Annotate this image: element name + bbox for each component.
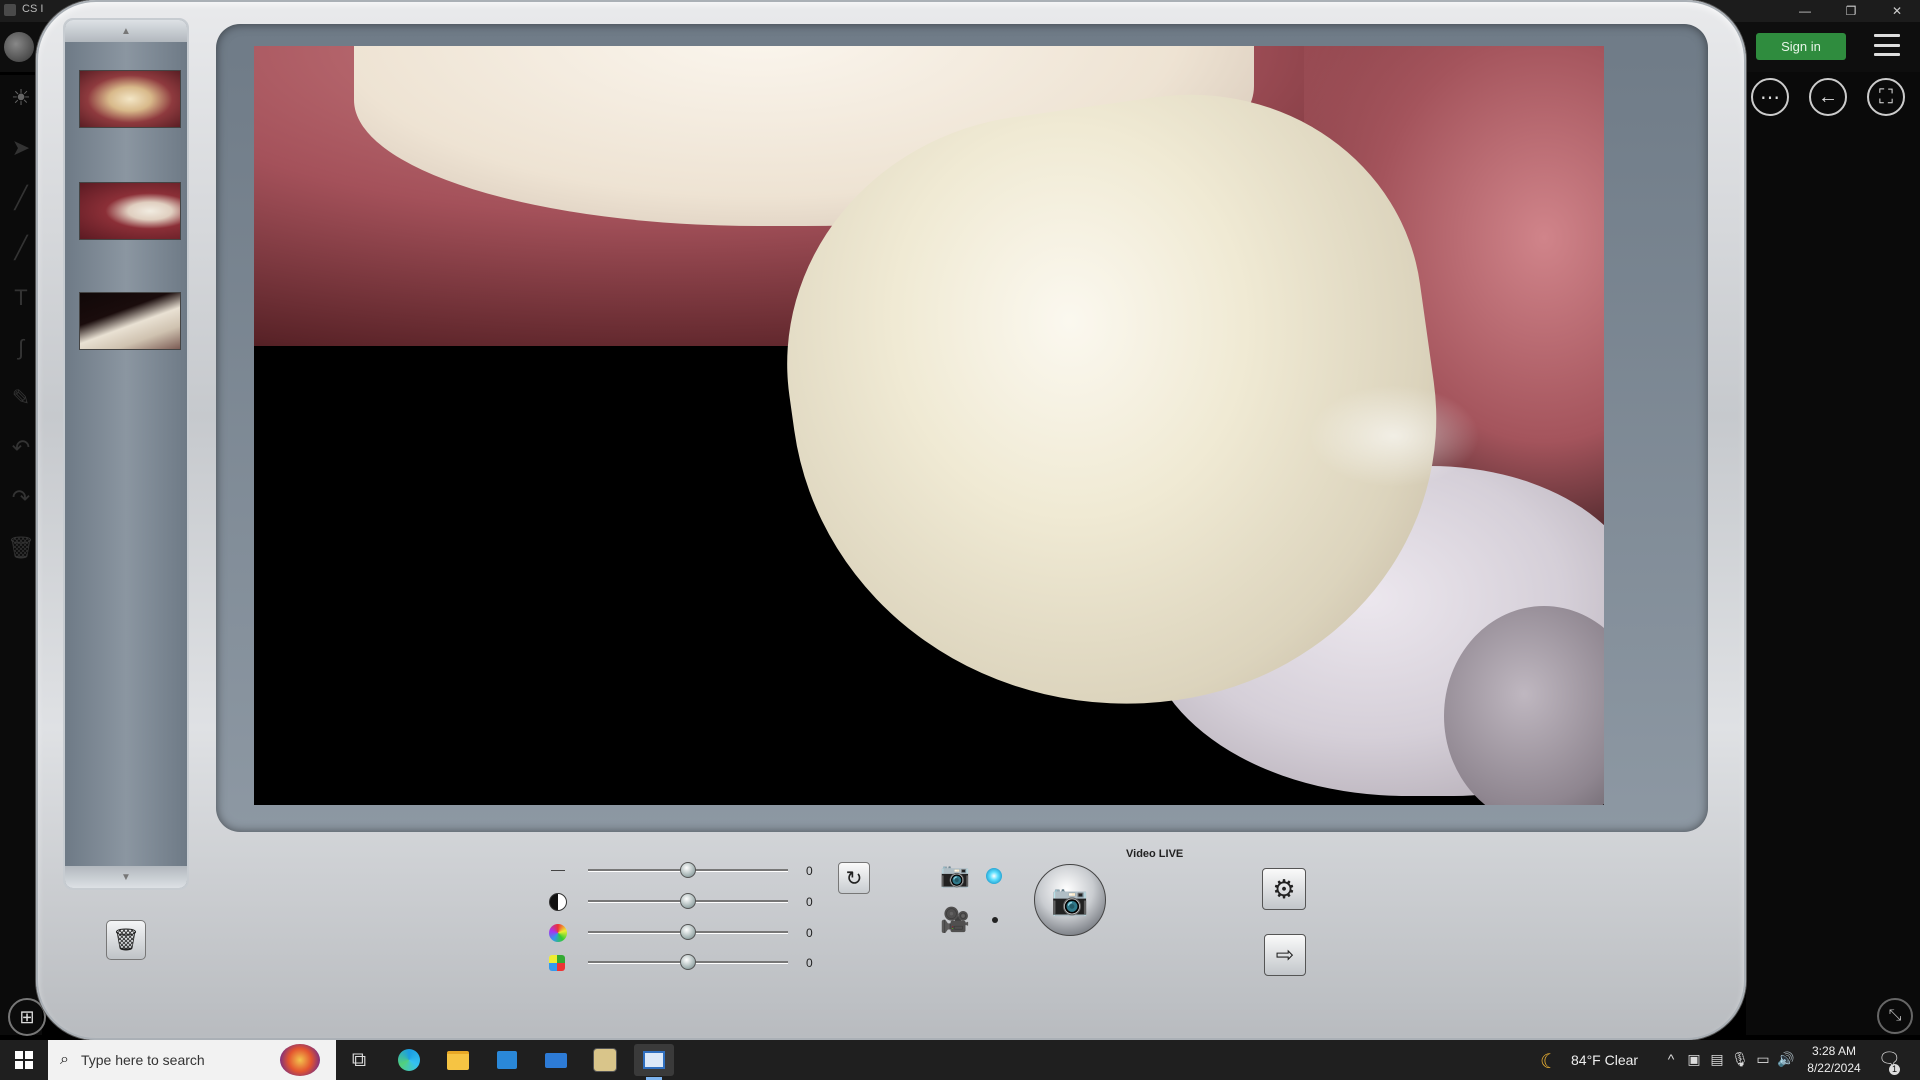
hue-icon [549,955,565,971]
thumbnail-panel: ▲ ▼ [63,18,189,890]
brightness-icon [549,868,567,874]
taskbar-search-box[interactable]: ⌕ Type here to search [48,1040,336,1080]
hue-slider[interactable] [588,951,788,973]
microphone-icon[interactable]: 🎙 [1731,1051,1749,1068]
search-icon: ⌕ [60,1051,69,1068]
hue-slider-thumb[interactable] [680,954,696,970]
saturation-icon [549,924,567,942]
saturation-slider[interactable] [588,921,788,943]
measure-tool-icon[interactable]: ╱ [6,233,36,263]
volume-icon[interactable]: 🔊 [1777,1051,1795,1068]
exit-button[interactable]: ⇨ [1264,934,1306,976]
start-button[interactable] [0,1040,48,1080]
hue-value: 0 [806,956,813,970]
tray-device-icon[interactable]: ▤ [1708,1051,1726,1068]
text-tool-icon[interactable]: T [6,283,36,313]
video-live-label: Video LIVE [1126,848,1184,860]
saturation-slider-thumb[interactable] [680,924,696,940]
resize-corner-icon[interactable]: ⤡ [1877,998,1913,1034]
edge-browser-icon[interactable] [389,1044,429,1076]
store-icon[interactable] [487,1044,527,1076]
thumbnail-3[interactable] [79,292,181,350]
notification-badge: 1 [1889,1064,1900,1075]
more-options-icon[interactable]: ⋯ [1751,78,1789,116]
host-logo-icon [4,32,34,62]
moon-weather-icon[interactable]: ☾ [1540,1049,1558,1074]
brightness-slider-thumb[interactable] [680,862,696,878]
contrast-value: 0 [806,895,813,909]
video-mode-icon[interactable]: 🎥 [938,906,972,934]
camera-app-taskbar-icon[interactable] [634,1044,674,1076]
search-highlight-icon [280,1044,320,1076]
reset-adjustments-button[interactable]: ↻ [838,862,870,894]
mail-icon[interactable] [536,1044,576,1076]
tray-app-icon[interactable]: ▣ [1685,1051,1703,1068]
fullscreen-icon[interactable]: ⛶ [1867,78,1905,116]
live-video-view [254,46,1604,805]
capture-button[interactable]: 📷 [1034,864,1106,936]
thumbnail-scroll-down-button[interactable]: ▼ [65,866,187,888]
imaging-app-icon[interactable] [585,1044,625,1076]
task-view-icon[interactable]: ⧉ [339,1044,379,1076]
undo-tool-icon[interactable]: ↶ [6,433,36,463]
redo-tool-icon[interactable]: ↷ [6,483,36,513]
photo-mode-icon[interactable]: 📷 [940,862,970,889]
close-button[interactable]: ✕ [1874,0,1920,22]
window-controls: — ❐ ✕ [1782,0,1920,22]
hamburger-menu-icon[interactable] [1874,34,1900,56]
sign-in-button[interactable]: Sign in [1756,33,1846,60]
wrench-tool-icon[interactable]: ✎ [6,383,36,413]
tray-chevron-icon[interactable]: ^ [1662,1051,1680,1067]
brightness-slider[interactable] [588,859,788,881]
brightness-value: 0 [806,864,813,878]
clock-time[interactable]: 3:28 AM [1808,1044,1860,1058]
clock-date[interactable]: 8/22/2024 [1804,1061,1864,1075]
restore-button[interactable]: ❐ [1828,0,1874,22]
host-window-title: CS I [22,3,44,15]
file-explorer-icon[interactable] [438,1044,478,1076]
brightness-tool-icon[interactable]: ☀ [6,83,36,113]
taskbar: ⌕ Type here to search ⧉ ☾ 84°F Clear ^ ▣… [0,1040,1920,1080]
freehand-tool-icon[interactable]: ∫ [6,333,36,363]
saliva-highlight [1294,376,1494,496]
contrast-icon [549,893,567,911]
photo-mode-indicator [986,868,1002,884]
trash-tool-icon[interactable]: 🗑 [6,533,36,563]
minimize-button[interactable]: — [1782,0,1828,22]
host-right-panel [1746,72,1920,1035]
weather-text[interactable]: 84°F Clear [1571,1052,1638,1068]
settings-button[interactable]: ⚙ [1262,868,1306,910]
back-arrow-icon[interactable]: ← [1809,78,1847,116]
delete-image-button[interactable]: 🗑 [106,920,146,960]
saturation-value: 0 [806,926,813,940]
thumbnail-scroll-up-button[interactable]: ▲ [65,20,187,42]
contrast-slider-thumb[interactable] [680,893,696,909]
thumbnail-2[interactable] [79,182,181,240]
search-input[interactable]: Type here to search [81,1052,205,1068]
pointer-tool-icon[interactable]: ➤ [6,133,36,163]
thumbnail-1[interactable] [79,70,181,128]
windows-logo-icon [15,1051,33,1069]
video-mode-indicator [992,917,998,923]
contrast-slider[interactable] [588,890,788,912]
app-icon [4,4,16,16]
line-tool-icon[interactable]: ╱ [6,183,36,213]
network-icon[interactable]: ▭ [1754,1051,1772,1068]
